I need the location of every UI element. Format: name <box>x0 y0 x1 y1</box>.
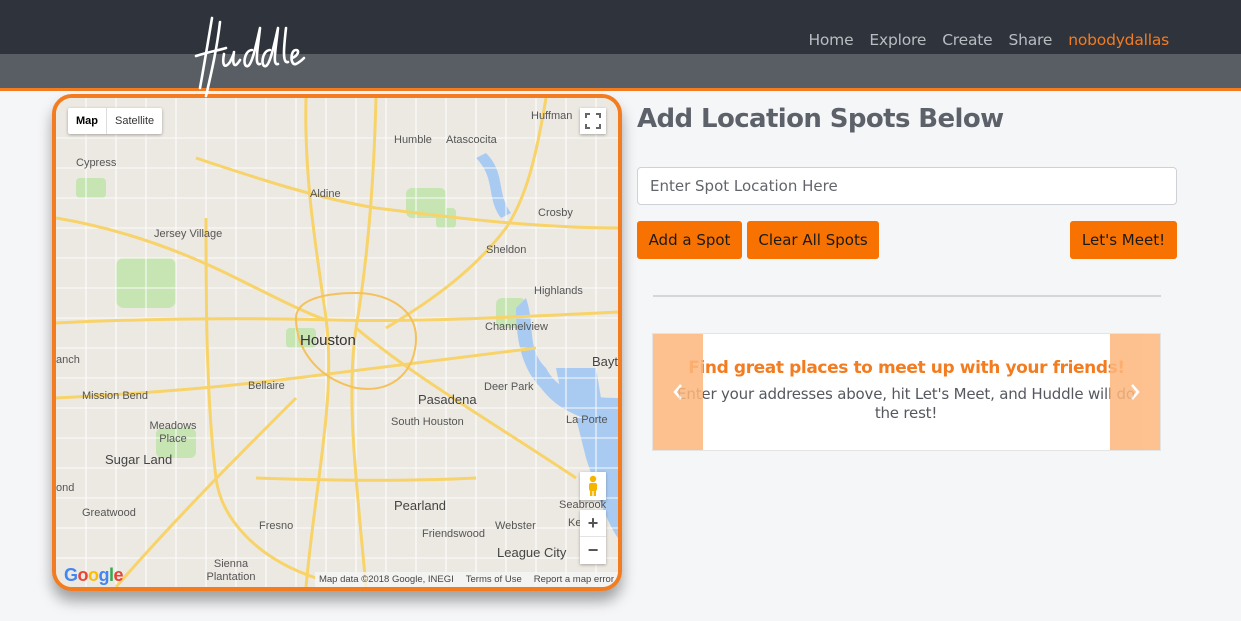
map-label: Fresno <box>259 520 294 532</box>
google-logo[interactable]: Google <box>64 565 124 586</box>
report-map-error-link[interactable]: Report a map error <box>534 574 614 585</box>
clear-all-spots-button[interactable]: Clear All Spots <box>747 221 879 259</box>
street-view-pegman-button[interactable] <box>580 472 606 500</box>
chevron-right-icon <box>1131 384 1140 400</box>
map-label: ond <box>56 482 75 494</box>
map-label: Aldine <box>310 188 341 200</box>
header-accent-line <box>0 88 1241 91</box>
carousel-text: Enter your addresses above, hit Let's Me… <box>677 385 1135 422</box>
map-label: Atascocita <box>446 134 497 146</box>
map-type-map-button[interactable]: Map <box>68 108 107 134</box>
carousel-prev-button[interactable] <box>653 334 703 450</box>
map-label: Friendswood <box>422 528 485 540</box>
nav-create-link[interactable]: Create <box>942 31 993 49</box>
map-label: Cypress <box>76 157 117 169</box>
sub-navbar <box>0 54 1241 88</box>
zoom-out-button[interactable]: − <box>580 537 606 564</box>
map-label: Sheldon <box>486 244 527 256</box>
map-label: Meadows Place <box>149 420 197 445</box>
add-spot-button[interactable]: Add a Spot <box>637 221 742 259</box>
map-label: Bayt <box>592 354 619 369</box>
pegman-icon <box>589 475 597 496</box>
fullscreen-icon <box>585 113 601 129</box>
map-label: Deer Park <box>484 381 534 393</box>
map-label: Greatwood <box>82 507 136 519</box>
spot-location-input[interactable] <box>637 167 1177 205</box>
map-label: Jersey Village <box>154 228 223 240</box>
map-view[interactable]: Huffman Humble Atascocita Cypress Aldine… <box>52 94 622 591</box>
map-label: Pasadena <box>418 392 477 407</box>
fullscreen-button[interactable] <box>580 108 606 134</box>
map-label: South Houston <box>391 416 464 428</box>
page-title: Add Location Spots Below <box>637 104 1004 134</box>
map-label: Bellaire <box>248 380 285 392</box>
map-data-credit: Map data ©2018 Google, INEGI <box>318 574 454 585</box>
map-label: Sugar Land <box>105 452 173 467</box>
map-label: Crosby <box>538 207 573 219</box>
map-label: anch <box>56 354 80 366</box>
nav-home-link[interactable]: Home <box>808 31 853 49</box>
map-label: Houston <box>300 332 356 349</box>
main-nav: Home Explore Create Share nobodydallas <box>808 31 1169 49</box>
map-label: Highlands <box>534 285 583 297</box>
map-label: Mission Bend <box>82 390 149 402</box>
nav-explore-link[interactable]: Explore <box>869 31 926 49</box>
map-label: Webster <box>495 520 536 532</box>
info-carousel: Find great places to meet up with your f… <box>652 333 1161 451</box>
zoom-control: + − <box>580 510 606 564</box>
section-divider <box>653 295 1161 297</box>
terms-of-use-link[interactable]: Terms of Use <box>466 574 522 585</box>
map-label: Pearland <box>394 498 447 513</box>
lets-meet-button[interactable]: Let's Meet! <box>1070 221 1177 259</box>
map-label: Huffman <box>531 110 573 122</box>
zoom-in-button[interactable]: + <box>580 510 606 537</box>
chevron-left-icon <box>673 384 682 400</box>
map-type-control: Map Satellite <box>68 108 163 134</box>
map-label: Channelview <box>485 321 548 333</box>
nav-share-link[interactable]: Share <box>1009 31 1053 49</box>
map-attribution: Map data ©2018 Google, INEGI Terms of Us… <box>314 572 618 587</box>
huddle-logo[interactable] <box>190 10 310 100</box>
map-label: League City <box>497 545 567 560</box>
nav-user-link[interactable]: nobodydallas <box>1068 31 1169 49</box>
map-label: La Porte <box>566 414 608 426</box>
carousel-next-button[interactable] <box>1110 334 1160 450</box>
map-label: Sienna Plantation <box>206 558 256 583</box>
map-type-satellite-button[interactable]: Satellite <box>107 108 162 134</box>
map-label: Humble <box>394 134 432 146</box>
carousel-title: Find great places to meet up with your f… <box>688 358 1125 378</box>
